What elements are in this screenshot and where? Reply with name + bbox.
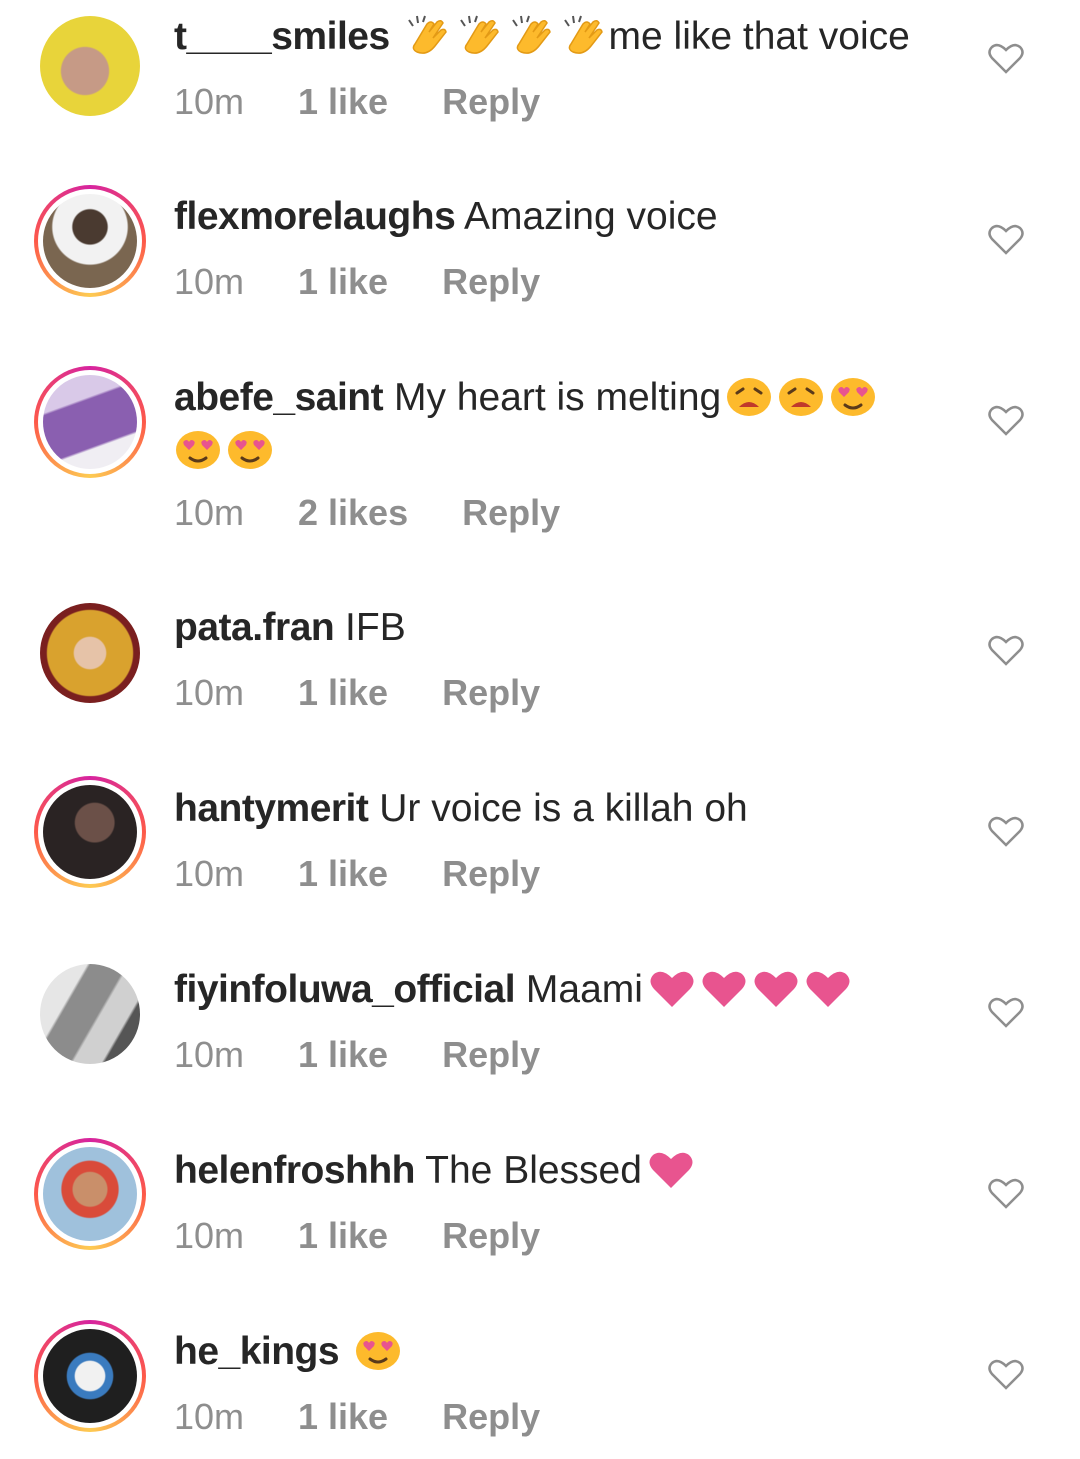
heart-outline-icon[interactable] [988,996,1024,1028]
heart-outline-icon[interactable] [988,815,1024,847]
comment-likes-count[interactable]: 1 like [298,1395,388,1439]
comments-list: t____smiles me like that voice 10m 1 like… [0,0,1080,1459]
heart-eyes-icon [831,377,876,416]
reply-button[interactable]: Reply [442,80,540,124]
reply-button[interactable]: Reply [442,260,540,304]
comment-likes-count[interactable]: 2 likes [298,491,408,535]
comment-text: Amazing voice [463,195,718,238]
reply-button[interactable]: Reply [442,852,540,896]
comment-likes-count[interactable]: 1 like [298,1033,388,1077]
comment-username[interactable]: abefe_saint [174,376,384,419]
comment-username[interactable]: t____smiles [174,15,390,58]
avatar-image [43,375,137,469]
avatar[interactable] [34,958,146,1070]
comment-likes-count[interactable]: 1 like [298,80,388,124]
tired-face-icon [727,377,772,416]
clapping-hands-icon [459,15,499,54]
comment-time: 10m [174,853,245,894]
heart-eyes-icon [355,1331,400,1370]
comment-likes-count[interactable]: 1 like [298,260,388,304]
pink-heart-icon [806,971,850,1007]
comment-username[interactable]: pata.fran [174,606,335,649]
avatar[interactable] [34,1138,146,1250]
avatar-image [40,964,140,1064]
comment-time: 10m [174,261,245,302]
comment-username[interactable]: flexmorelaughs [174,195,456,238]
heart-outline-icon[interactable] [988,1177,1024,1209]
comment-username[interactable]: hantymerit [174,787,369,830]
comment-username[interactable]: helenfroshhh [174,1149,416,1192]
comment-text: Ur voice is a killah oh [379,787,748,830]
reply-button[interactable]: Reply [442,1033,540,1077]
comment-time: 10m [174,81,245,122]
comment-text-after-emoji: me like that voice [608,15,910,58]
comment-time: 10m [174,1034,245,1075]
comment-likes-count[interactable]: 1 like [298,1214,388,1258]
reply-button[interactable]: Reply [442,1214,540,1258]
avatar[interactable] [34,776,146,888]
tired-face-icon [779,377,824,416]
comment-text: The Blessed [425,1149,642,1192]
avatar-image [43,1329,137,1423]
heart-outline-icon[interactable] [988,42,1024,74]
heart-outline-icon[interactable] [988,404,1024,436]
comment-text: Maami [525,968,643,1011]
clapping-hands-icon [511,15,551,54]
reply-button[interactable]: Reply [442,1395,540,1439]
reply-button[interactable]: Reply [462,491,560,535]
avatar[interactable] [34,10,146,122]
pink-heart-icon [754,971,798,1007]
avatar-image [40,16,140,116]
comment-time: 10m [174,1215,245,1256]
pink-heart-icon [649,1152,693,1188]
comment-text: My heart is melting [393,376,722,419]
heart-eyes-icon [228,430,272,469]
comment-time: 10m [174,492,245,533]
heart-outline-icon[interactable] [988,634,1024,666]
heart-outline-icon[interactable] [988,1358,1024,1390]
avatar-image [43,194,137,288]
avatar[interactable] [34,1320,146,1432]
heart-outline-icon[interactable] [988,223,1024,255]
avatar[interactable] [34,185,146,297]
comment-username[interactable]: he_kings [174,1330,340,1373]
avatar-image [43,785,137,879]
comment-likes-count[interactable]: 1 like [298,852,388,896]
heart-eyes-icon [176,430,220,469]
comment-username[interactable]: fiyinfoluwa_official [174,968,516,1011]
avatar-image [40,603,140,703]
clapping-hands-icon [407,15,447,54]
comment-likes-count[interactable]: 1 like [298,671,388,715]
pink-heart-icon [702,971,746,1007]
comment-text: IFB [345,606,406,649]
avatar[interactable] [34,597,146,709]
reply-button[interactable]: Reply [442,671,540,715]
avatar-image [43,1147,137,1241]
clapping-hands-icon [563,15,603,54]
comment-time: 10m [174,672,245,713]
pink-heart-icon [650,971,694,1007]
comment-time: 10m [174,1396,245,1437]
avatar[interactable] [34,366,146,478]
